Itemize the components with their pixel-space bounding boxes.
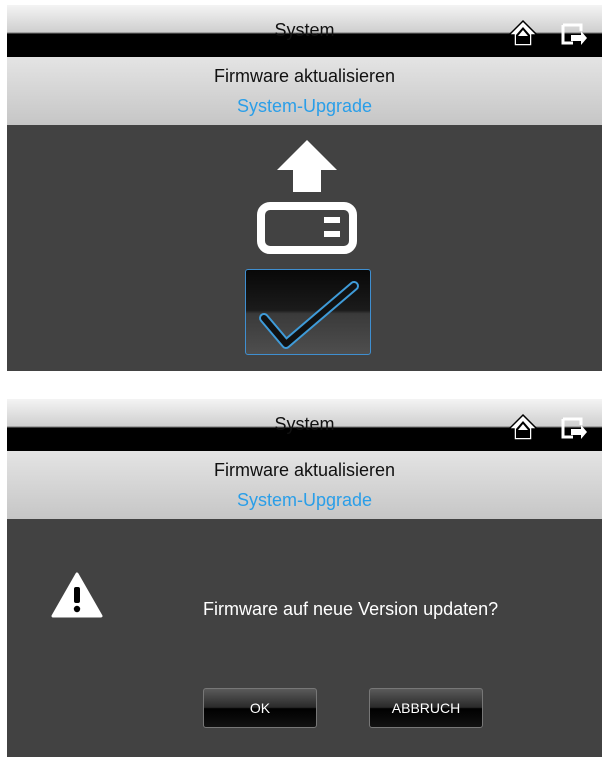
title-bar: System [7, 5, 602, 57]
confirm-button[interactable] [245, 269, 371, 355]
sub-header: Firmware aktualisieren System-Upgrade [7, 57, 602, 125]
exit-icon[interactable] [555, 17, 591, 51]
ok-button[interactable]: OK [203, 688, 317, 728]
confirm-dialog-screen: System Firmware aktualisieren System-Upg… [7, 399, 602, 757]
exit-icon[interactable] [555, 411, 591, 445]
section-title: Firmware aktualisieren [213, 66, 396, 86]
home-icon[interactable] [505, 411, 541, 445]
home-icon[interactable] [505, 17, 541, 51]
cancel-button[interactable]: ABBRUCH [369, 688, 483, 728]
title-bar: System [7, 399, 602, 451]
checkmark-icon [259, 281, 359, 349]
section-subtitle: System-Upgrade [236, 96, 373, 116]
upgrade-screen: System Firmware aktualisieren System-Upg… [7, 5, 602, 371]
upload-to-device-icon [244, 138, 370, 256]
dialog-message: Firmware auf neue Version updaten? [203, 599, 499, 619]
warning-icon [51, 572, 103, 618]
section-subtitle: System-Upgrade [236, 490, 373, 510]
section-title: Firmware aktualisieren [213, 460, 396, 480]
sub-header: Firmware aktualisieren System-Upgrade [7, 451, 602, 519]
